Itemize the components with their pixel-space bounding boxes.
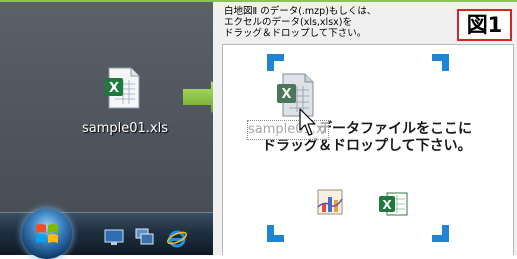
instruction-text: 白地図Ⅱ のデータ(.mzp)もしくは、 エクセルのデータ(xls,xlsx)を… [224,6,464,39]
figure-label: 図1 [457,9,512,41]
svg-text:X: X [281,87,291,102]
internet-explorer-icon[interactable] [166,228,187,248]
instruction-line-3: ドラッグ＆ドロップして下さい。 [224,28,367,39]
instruction-line-2: エクセルのデータ(xls,xlsx)を [224,17,352,28]
switch-windows-icon[interactable] [135,228,155,246]
map-chart-app-icon [314,187,346,217]
drop-corner-bottom-left [267,225,284,242]
excel-file-icon[interactable]: X [101,66,145,110]
excel-app-icon: X [377,189,409,219]
drop-corner-bottom-right [432,225,449,242]
drop-corner-top-left [267,54,284,71]
windows-start-orb[interactable] [22,209,72,259]
show-desktop-icon[interactable] [104,228,124,246]
drop-message-line-2: ドラッグ＆ドロップして下さい。 [262,138,472,154]
svg-text:X: X [109,81,119,96]
svg-text:X: X [382,198,392,212]
file-name-label: sample01.xls [81,121,169,136]
instruction-line-1: 白地図Ⅱ のデータ(.mzp)もしくは、 [224,6,377,17]
drop-corner-top-right [432,54,449,71]
mouse-cursor-icon [298,108,320,138]
